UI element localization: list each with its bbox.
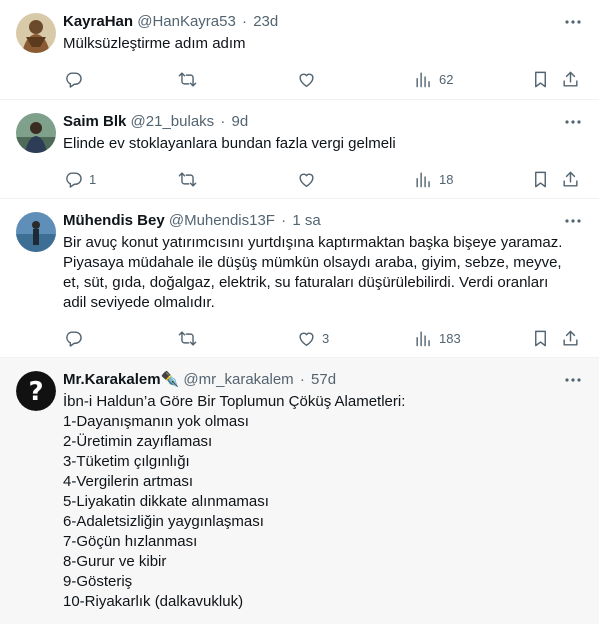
avatar[interactable]: ? [16,371,56,411]
avatar[interactable] [16,13,56,53]
views-icon [414,329,433,348]
bookmark-button[interactable] [531,169,550,189]
like-count: 3 [322,330,330,346]
separator: · [281,212,287,229]
reply-button[interactable]: 1 [64,169,96,189]
list-item: 10-Riyakarlık (dalkavukluk) [63,593,244,610]
views-count: 183 [439,330,461,346]
share-icon [561,70,580,89]
user-handle[interactable]: @21_bulaks [131,113,215,130]
more-icon[interactable] [563,114,583,130]
views-icon [414,170,433,189]
avatar[interactable] [16,212,56,252]
views-button[interactable]: 18 [414,169,453,189]
views-icon [414,70,433,89]
heart-icon [297,170,316,189]
display-name[interactable]: KayraHan [63,13,133,30]
tweet-text-line: adil seviyede olmalıdır. [63,294,215,311]
tweet[interactable]: ? Mr.Karakalem✒️ @mr_karakalem · 57d İbn… [0,358,599,624]
tweet-text: Elinde ev stoklayanlara bundan fazla ver… [63,134,555,154]
tweet-text: Bir avuç konut yatırımcısını yurtdışına … [63,233,563,313]
share-button[interactable] [561,69,580,89]
tweet-text-line: İbn-i Haldun’a Göre Bir Toplumun Çöküş A… [63,393,406,410]
tweet[interactable]: KayraHan @HanKayra53 · 23d Mülksüzleştir… [0,0,599,100]
tweet-text: Mülksüzleştirme adım adım [63,34,555,54]
like-button[interactable] [297,169,316,189]
tweet-text: İbn-i Haldun’a Göre Bir Toplumun Çöküş A… [63,392,555,612]
display-name[interactable]: Mühendis Bey [63,212,165,229]
views-count: 62 [439,71,454,87]
list-item: 4-Vergilerin artması [63,473,194,490]
share-button[interactable] [561,169,580,189]
views-button[interactable]: 62 [414,69,453,89]
avatar[interactable] [16,113,56,153]
more-icon[interactable] [563,372,583,388]
share-button[interactable] [561,328,580,348]
separator: · [242,13,248,30]
tweet-text-line: et, süt, gıda, doğalgaz, elektrik, su fa… [63,274,549,291]
like-button[interactable]: 3 [297,328,329,348]
reply-button[interactable] [64,328,83,348]
tweet-text-line: Bir avuç konut yatırımcısını yurtdışına … [63,234,563,251]
reply-count: 1 [89,171,97,187]
bookmark-button[interactable] [531,328,550,348]
bookmark-button[interactable] [531,69,550,89]
list-item: 1-Dayanışmanın yok olması [63,413,249,430]
list-item: 3-Tüketim çılgınlığı [63,453,190,470]
user-handle[interactable]: @mr_karakalem [183,371,293,388]
reply-icon [64,70,83,89]
tweet-header: KayraHan @HanKayra53 · 23d [63,12,555,32]
tweet-header: Mühendis Bey @Muhendis13F · 1 sa [63,211,555,231]
reply-icon [64,170,83,189]
tweet[interactable]: Mühendis Bey @Muhendis13F · 1 sa Bir avu… [0,199,599,358]
timestamp[interactable]: 57d [311,371,336,388]
user-handle[interactable]: @HanKayra53 [137,13,236,30]
views-count: 18 [439,171,454,187]
tweet-header: Saim Blk @21_bulaks · 9d [63,112,555,132]
more-icon[interactable] [563,213,583,229]
tweet-text-line: Elinde ev stoklayanlara bundan fazla ver… [63,135,396,152]
list-item: 8-Gurur ve kibir [63,553,167,570]
tweet-header: Mr.Karakalem✒️ @mr_karakalem · 57d [63,370,555,390]
retweet-icon [178,170,197,189]
heart-icon [297,70,316,89]
timestamp[interactable]: 9d [232,113,249,130]
display-name[interactable]: Saim Blk [63,113,126,130]
timestamp[interactable]: 23d [253,13,278,30]
heart-icon [297,329,316,348]
bookmark-icon [531,329,550,348]
tweet-text-line: Mülksüzleştirme adım adım [63,35,246,52]
list-item: 5-Liyakatin dikkate alınmaması [63,493,269,510]
action-bar: 62 [0,59,599,103]
action-bar: 3 183 [0,318,599,362]
reply-icon [64,329,83,348]
more-icon[interactable] [563,14,583,30]
tweet-text-line: Piyasaya müdahale ile düşüş mümkün olsay… [63,254,562,271]
share-icon [561,329,580,348]
like-button[interactable] [297,69,316,89]
list-item: 7-Göçün hızlanması [63,533,198,550]
svg-text:?: ? [28,377,43,407]
separator: · [299,371,305,388]
bookmark-icon [531,70,550,89]
retweet-icon [178,329,197,348]
retweet-button[interactable] [178,69,197,89]
user-handle[interactable]: @Muhendis13F [169,212,275,229]
retweet-icon [178,70,197,89]
tweet[interactable]: Saim Blk @21_bulaks · 9d Elinde ev stokl… [0,100,599,199]
separator: · [220,113,226,130]
list-item: 6-Adaletsizliğin yaygınlaşması [63,513,264,530]
share-icon [561,170,580,189]
display-name[interactable]: Mr.Karakalem✒️ [63,371,179,388]
retweet-button[interactable] [178,328,197,348]
list-item: 9-Gösteriş [63,573,133,590]
views-button[interactable]: 183 [414,328,461,348]
action-bar: 1 18 [0,159,599,203]
retweet-button[interactable] [178,169,197,189]
timestamp[interactable]: 1 sa [292,212,320,229]
reply-button[interactable] [64,69,83,89]
list-item: 2-Üretimin zayıflaması [63,433,213,450]
bookmark-icon [531,170,550,189]
